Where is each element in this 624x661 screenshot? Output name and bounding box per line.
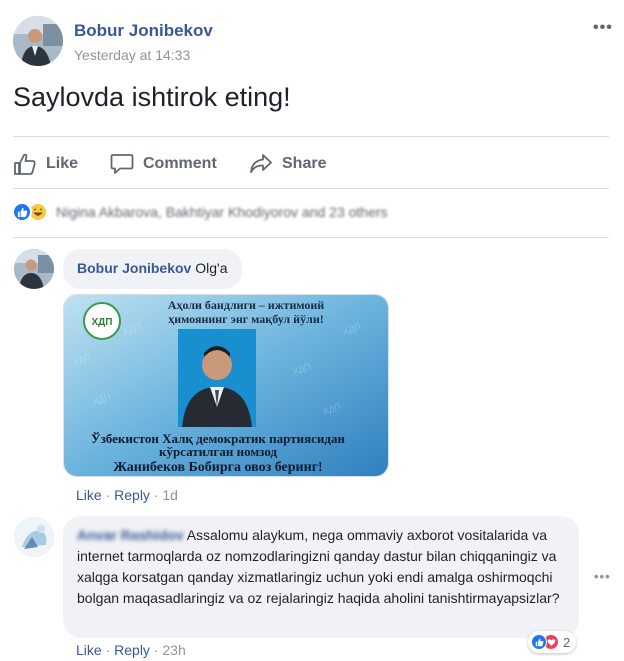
svg-text:Жанибеков Бобирга овоз беринг!: Жанибеков Бобирга овоз беринг! bbox=[113, 460, 322, 475]
comment-reply-link[interactable]: Reply bbox=[114, 487, 150, 503]
comment-meta: Like · Reply · 23h bbox=[76, 642, 186, 658]
comment-meta: Like · Reply · 1d bbox=[76, 487, 178, 503]
divider bbox=[13, 136, 609, 137]
comment-options-icon[interactable]: ••• bbox=[594, 569, 611, 584]
comment-bubble: Anvar Rashidov Assalomu alaykum, nega om… bbox=[63, 516, 579, 638]
comment-button[interactable]: Comment bbox=[110, 151, 217, 177]
reactions-summary[interactable]: Nigina Akbarova, Bakhtiyar Khodiyorov an… bbox=[12, 201, 388, 223]
comment-time[interactable]: 1d bbox=[162, 487, 178, 503]
party-logo: ХДП bbox=[92, 317, 113, 328]
post-options-icon[interactable]: ••• bbox=[593, 19, 613, 37]
like-reaction-icon bbox=[12, 202, 32, 222]
comment-like-link[interactable]: Like bbox=[76, 487, 102, 503]
reactions-names[interactable]: Nigina Akbarova, Bakhtiyar Khodiyorov an… bbox=[56, 204, 388, 220]
like-label: Like bbox=[46, 155, 79, 172]
like-reaction-icon bbox=[531, 634, 547, 650]
svg-text:ҳимоянинг энг мақбул йўли!: ҳимоянинг энг мақбул йўли! bbox=[168, 312, 323, 326]
comment-author-name[interactable]: Bobur Jonibekov bbox=[77, 260, 191, 276]
divider bbox=[13, 188, 609, 189]
comment-reactions[interactable]: 2 bbox=[528, 631, 577, 653]
svg-text:кўрсатилган номзод: кўрсатилган номзод bbox=[159, 444, 277, 459]
comment-author-avatar[interactable] bbox=[14, 517, 54, 557]
comment-bubble: Bobur Jonibekov Olg'a bbox=[63, 249, 242, 289]
comment-icon bbox=[110, 154, 134, 174]
like-button[interactable]: Like bbox=[13, 151, 78, 177]
post-timestamp[interactable]: Yesterday at 14:33 bbox=[74, 47, 190, 63]
share-button[interactable]: Share bbox=[249, 151, 326, 177]
thumbs-up-icon bbox=[14, 153, 36, 175]
comment-author-name[interactable]: Anvar Rashidov bbox=[77, 527, 184, 543]
svg-text:Аҳоли бандлиги – ижтимоий: Аҳоли бандлиги – ижтимоий bbox=[168, 298, 325, 312]
post-card: Bobur Jonibekov Yesterday at 14:33 ••• S… bbox=[0, 0, 624, 661]
comment-label: Comment bbox=[143, 155, 217, 172]
share-icon bbox=[250, 154, 272, 173]
comment-text: Olg'a bbox=[195, 260, 228, 276]
share-label: Share bbox=[282, 155, 327, 172]
comment-reply-link[interactable]: Reply bbox=[114, 642, 150, 658]
post-text: Saylovda ishtirok eting! bbox=[13, 82, 291, 112]
comment-author-avatar[interactable] bbox=[14, 249, 54, 289]
author-avatar[interactable] bbox=[13, 16, 63, 66]
comment-like-link[interactable]: Like bbox=[76, 642, 102, 658]
post-author-name[interactable]: Bobur Jonibekov bbox=[74, 21, 213, 41]
comment-reaction-count: 2 bbox=[563, 634, 571, 650]
comment-photo[interactable]: ХДП ХДП ХДП ХДП ХДП ХДП ХДП Аҳоли бандли… bbox=[63, 294, 389, 477]
divider bbox=[13, 237, 609, 238]
comment-time[interactable]: 23h bbox=[162, 642, 185, 658]
